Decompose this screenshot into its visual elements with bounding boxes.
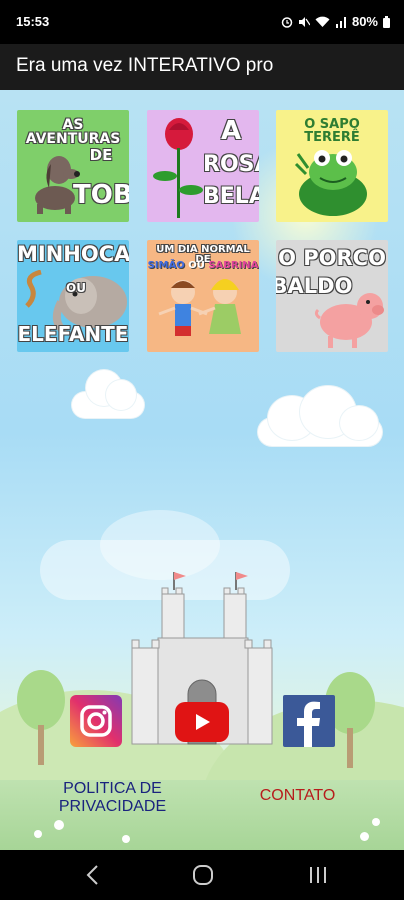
story-tile-simao-sabrina[interactable]: UM DIA NORMAL DE SIMÃO OU SABRINA [147, 240, 259, 352]
story-tile-sapo-terere[interactable]: O SAPO TERERÊ [276, 110, 388, 222]
frog-illustration [294, 150, 367, 216]
tile-simao-line2: SIMÃO OU SABRINA [147, 260, 259, 271]
tile-simao-or: OU [188, 260, 205, 271]
facebook-button[interactable] [283, 695, 335, 747]
tile-sabrina-name: SABRINA [208, 260, 259, 271]
rose-illustration [153, 118, 203, 218]
main-background: AS AVENTURAS DE TOBI A ROSA BELA O SAPO … [0, 90, 404, 850]
status-icons: 80% [281, 14, 390, 29]
tile-rosa-line1: A [220, 116, 242, 146]
back-icon[interactable] [78, 862, 108, 888]
pig-illustration [314, 293, 384, 348]
story-tile-tobi[interactable]: AS AVENTURAS DE TOBI [17, 110, 129, 222]
tile-minhoca-line2: OU [66, 281, 86, 295]
youtube-icon [196, 714, 210, 730]
tile-tobi-line1: AS AVENTURAS [25, 117, 121, 147]
instagram-button[interactable] [70, 695, 122, 747]
tile-rosa-line3: BELA [203, 184, 259, 209]
tile-simao-name: SIMÃO [147, 260, 185, 271]
system-nav-bar [0, 850, 404, 900]
youtube-button[interactable] [175, 702, 229, 742]
dog-illustration [35, 156, 80, 214]
app-bar: Era uma vez INTERATIVO pro [0, 44, 404, 90]
status-time: 15:53 [16, 14, 50, 29]
privacy-line2: PRIVACIDADE [58, 798, 167, 815]
contact-label: CONTATO [259, 787, 336, 804]
story-tile-rosa-bela[interactable]: A ROSA BELA [147, 110, 259, 222]
privacy-line1: POLITICA DE [63, 780, 162, 797]
tile-porco-line1: O PORCO [278, 246, 386, 270]
facebook-icon [297, 701, 320, 747]
story-tile-minhoca-elefante[interactable]: MINHOCA OU ELEFANTE [17, 240, 129, 352]
status-bar: 15:53 80% [0, 0, 404, 44]
privacy-policy-link[interactable]: POLITICA DE PRIVACIDADE [40, 780, 185, 816]
mute-icon [298, 16, 310, 27]
battery-icon [383, 15, 390, 28]
children-illustration [158, 279, 241, 336]
home-icon[interactable] [188, 862, 218, 888]
signal-icon [335, 16, 346, 28]
story-tile-porco-baldo[interactable]: O PORCO BALDO [276, 240, 388, 352]
contact-link[interactable]: CONTATO [245, 787, 350, 805]
battery-percentage: 80% [351, 14, 378, 29]
tile-rosa-line2: ROSA [203, 152, 259, 177]
wifi-icon [315, 16, 330, 27]
instagram-icon [80, 705, 112, 737]
tile-minhoca-line1: MINHOCA [17, 242, 129, 266]
recents-icon[interactable] [303, 862, 333, 888]
alarm-icon [281, 16, 293, 28]
tile-minhoca-line3: ELEFANTE [17, 322, 129, 346]
app-title: Era uma vez INTERATIVO pro [16, 55, 274, 76]
